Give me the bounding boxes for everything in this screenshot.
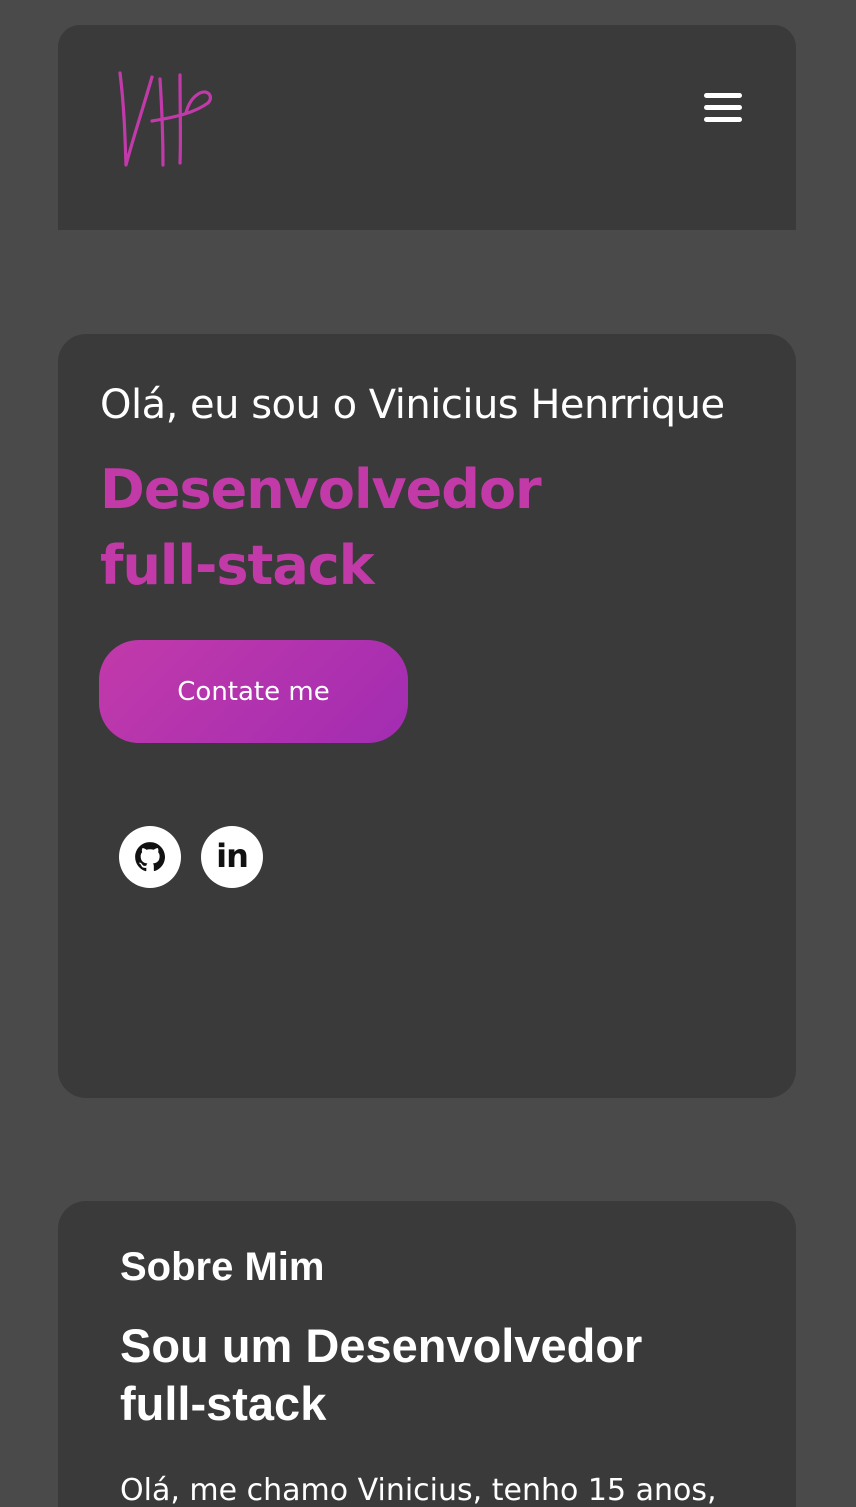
github-link[interactable]: [119, 826, 181, 888]
linkedin-icon: in: [216, 837, 249, 875]
about-card: Sobre Mim Sou um Desenvolvedor full-stac…: [58, 1201, 796, 1507]
hero-card: Olá, eu sou o Vinicius Henrrique Desenvo…: [58, 334, 796, 1098]
about-title: Sobre Mim: [120, 1245, 325, 1289]
hamburger-menu-icon: [704, 92, 742, 98]
logo[interactable]: [116, 65, 216, 170]
greeting-text: Olá, eu sou o Vinicius Henrrique: [100, 382, 725, 428]
page: Olá, eu sou o Vinicius Henrrique Desenvo…: [0, 0, 856, 1507]
menu-button[interactable]: [698, 85, 748, 129]
social-links: in: [119, 826, 263, 888]
contact-button[interactable]: Contate me: [99, 640, 408, 743]
github-icon: [135, 842, 166, 872]
site-header: [58, 25, 796, 230]
hamburger-menu-icon-bar: [704, 104, 742, 110]
role-title: Desenvolvedor full-stack: [100, 458, 542, 597]
linkedin-link[interactable]: in: [201, 826, 263, 888]
hamburger-menu-icon-bar: [704, 116, 742, 122]
about-heading: Sou um Desenvolvedor full-stack: [120, 1319, 643, 1430]
about-text: Olá, me chamo Vinicius, tenho 15 anos,: [120, 1473, 717, 1507]
